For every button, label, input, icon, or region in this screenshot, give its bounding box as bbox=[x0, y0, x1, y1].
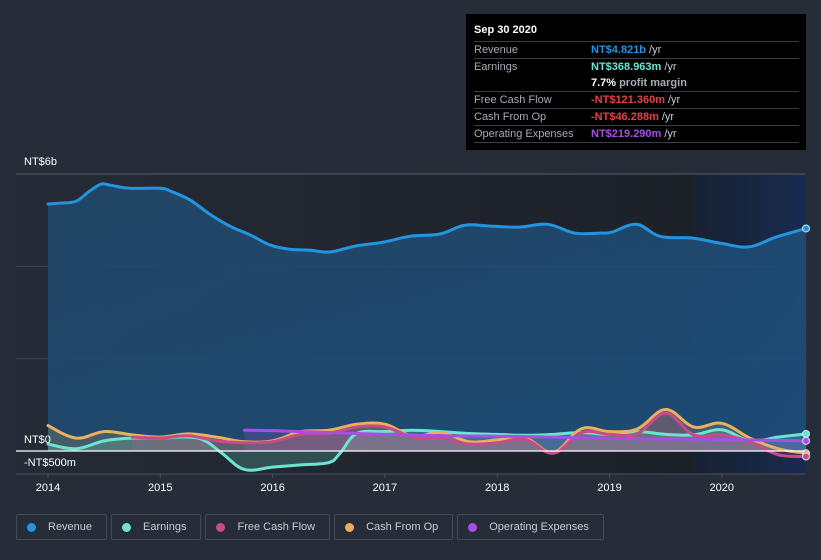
tooltip-row: Free Cash Flow -NT$121.360m/yr bbox=[474, 92, 799, 109]
legend-label: Free Cash Flow bbox=[237, 521, 316, 533]
tooltip-date: Sep 30 2020 bbox=[474, 22, 799, 42]
tooltip-unit: /yr bbox=[664, 128, 677, 140]
legend-item-revenue[interactable]: Revenue bbox=[16, 514, 108, 540]
tooltip-label: Earnings bbox=[474, 61, 518, 73]
legend-label: Revenue bbox=[48, 521, 93, 533]
legend-item-operating-expenses[interactable]: Operating Expenses bbox=[457, 514, 604, 540]
y-tick-label: NT$6b bbox=[24, 156, 57, 168]
y-tick-label: NT$0 bbox=[24, 434, 51, 446]
legend-item-free-cash-flow[interactable]: Free Cash Flow bbox=[205, 514, 331, 540]
x-tick-label: 2014 bbox=[36, 482, 60, 494]
legend-dot-icon bbox=[122, 522, 132, 532]
tooltip-value: NT$219.290m bbox=[591, 128, 662, 140]
tooltip-row: Earnings NT$368.963m/yr bbox=[474, 59, 799, 75]
tooltip-label: Operating Expenses bbox=[474, 128, 574, 140]
end-marker-earnings bbox=[802, 429, 811, 438]
tooltip-value: NT$368.963m bbox=[591, 61, 662, 73]
tooltip-unit: /yr bbox=[661, 111, 675, 123]
tooltip-unit: /yr bbox=[664, 61, 677, 73]
tooltip-value: -NT$46.288m bbox=[591, 111, 659, 123]
end-marker-operating-expenses bbox=[802, 436, 811, 445]
tooltip-label: Cash From Op bbox=[474, 111, 547, 123]
x-tick-label: 2016 bbox=[260, 482, 284, 494]
tooltip-value: 7.7% bbox=[591, 77, 617, 89]
tooltip-row: Operating Expenses NT$219.290m/yr bbox=[474, 126, 799, 143]
legend: Revenue Earnings Free Cash Flow Cash From O… bbox=[16, 514, 604, 540]
x-tick-label: 2019 bbox=[597, 482, 621, 494]
end-marker-revenue bbox=[802, 224, 811, 233]
x-tick-label: 2018 bbox=[485, 482, 509, 494]
legend-dot-icon bbox=[468, 522, 478, 532]
tooltip-unit: profit margin bbox=[619, 77, 687, 89]
tooltip-row: Cash From Op -NT$46.288m/yr bbox=[474, 109, 799, 126]
tooltip-label: Free Cash Flow bbox=[474, 94, 552, 106]
tooltip-unit: /yr bbox=[668, 94, 681, 106]
tooltip: Sep 30 2020 Revenue NT$4.821b/yr Earnings N… bbox=[466, 14, 806, 150]
x-tick-label: 2015 bbox=[148, 482, 172, 494]
legend-dot-icon bbox=[216, 522, 226, 532]
tooltip-row: 7.7% profit margin bbox=[474, 75, 799, 92]
tooltip-value: -NT$121.360m bbox=[591, 94, 665, 106]
tooltip-value: NT$4.821b bbox=[591, 44, 647, 56]
legend-label: Cash From Op bbox=[366, 521, 439, 533]
end-marker-free-cash-flow bbox=[802, 452, 811, 461]
tooltip-label bbox=[474, 75, 591, 91]
tooltip-row: Revenue NT$4.821b/yr bbox=[474, 42, 799, 59]
legend-item-earnings[interactable]: Earnings bbox=[111, 514, 202, 540]
legend-dot-icon bbox=[345, 522, 355, 532]
legend-dot-icon bbox=[27, 522, 36, 532]
legend-label: Earnings bbox=[143, 521, 187, 533]
y-tick-label: -NT$500m bbox=[24, 457, 76, 469]
legend-label: Operating Expenses bbox=[489, 521, 589, 533]
x-tick-label: 2017 bbox=[373, 482, 397, 494]
x-tick-label: 2020 bbox=[710, 482, 734, 494]
tooltip-unit: /yr bbox=[649, 44, 662, 56]
legend-item-cash-from-op[interactable]: Cash From Op bbox=[334, 514, 454, 540]
tooltip-label: Revenue bbox=[474, 44, 519, 56]
